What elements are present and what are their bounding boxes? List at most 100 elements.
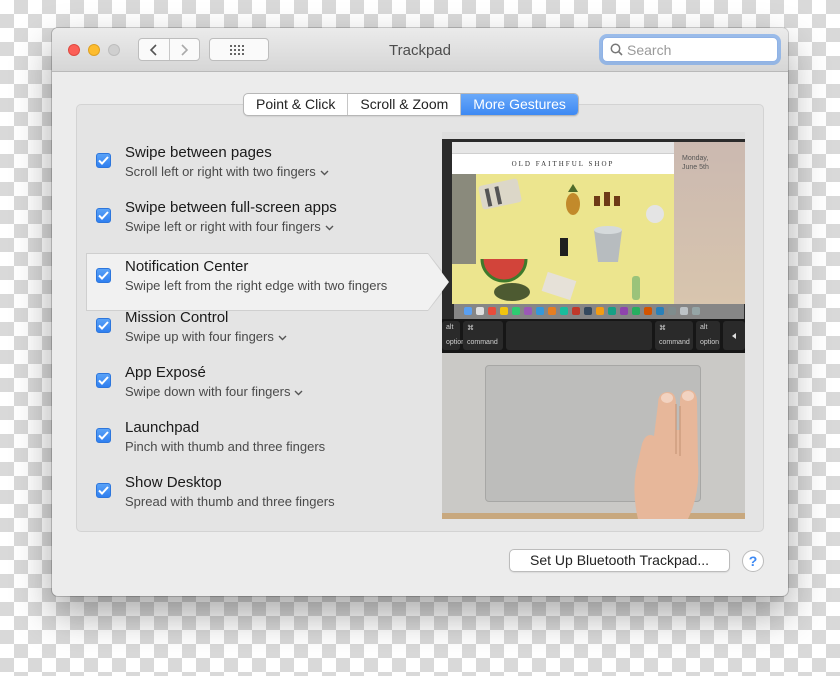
checkmark-icon xyxy=(98,486,109,495)
notification-center-checkbox[interactable] xyxy=(96,268,111,283)
gesture-subtitle: Swipe left from the right edge with two … xyxy=(125,278,388,293)
gesture-title: Swipe between pages xyxy=(125,144,272,161)
key-label: command xyxy=(659,339,690,346)
dock-icon xyxy=(680,307,688,315)
gesture-list: Swipe between pages Scroll left or right… xyxy=(86,138,451,523)
gesture-app-expose[interactable]: App Exposé Swipe down with four fingers xyxy=(86,358,432,413)
title-bar: Trackpad xyxy=(52,28,788,72)
tab-bar: Point & Click Scroll & Zoom More Gesture… xyxy=(243,93,579,116)
checkmark-icon xyxy=(98,431,109,440)
dock-icon xyxy=(596,307,604,315)
key-label: command xyxy=(467,339,498,346)
dock-icon xyxy=(512,307,520,315)
tab-scroll-and-zoom[interactable]: Scroll & Zoom xyxy=(347,94,460,115)
minimize-button[interactable] xyxy=(88,44,100,56)
key-label: option xyxy=(700,339,720,346)
gesture-preview-video: OLD FAITHFUL SHOP Monday, June 5th alt o… xyxy=(442,132,745,519)
dock-icon xyxy=(692,307,700,315)
dock-icon xyxy=(500,307,508,315)
checkmark-icon xyxy=(98,156,109,165)
launchpad-checkbox[interactable] xyxy=(96,428,111,443)
gesture-title: App Exposé xyxy=(125,364,206,381)
swipe-between-pages-checkbox[interactable] xyxy=(96,153,111,168)
search-input[interactable] xyxy=(627,40,773,59)
show-desktop-checkbox[interactable] xyxy=(96,483,111,498)
preview-notification-center: Monday, June 5th xyxy=(674,142,745,304)
preview-dock xyxy=(454,304,744,319)
chevron-down-icon xyxy=(320,170,329,176)
dock-icon xyxy=(536,307,544,315)
key-label: ⌘ xyxy=(467,325,474,332)
window-title: Trackpad xyxy=(389,42,451,59)
dock-icon xyxy=(620,307,628,315)
product-illustration xyxy=(452,174,664,301)
preview-notification-date: Monday, June 5th xyxy=(682,154,709,172)
mission-control-checkbox[interactable] xyxy=(96,318,111,333)
gesture-show-desktop[interactable]: Show Desktop Spread with thumb and three… xyxy=(86,468,432,523)
set-up-bluetooth-trackpad-button[interactable]: Set Up Bluetooth Trackpad... xyxy=(509,549,730,572)
dock-icon xyxy=(572,307,580,315)
gesture-subtitle: Pinch with thumb and three fingers xyxy=(125,439,326,454)
gesture-title: Notification Center xyxy=(125,258,249,275)
tab-more-gestures[interactable]: More Gestures xyxy=(460,94,578,115)
gesture-subtitle: Scroll left or right with two fingers xyxy=(125,164,316,179)
dock-icon xyxy=(488,307,496,315)
back-button[interactable] xyxy=(139,39,169,60)
search-field[interactable] xyxy=(602,37,778,62)
gesture-swipe-between-pages[interactable]: Swipe between pages Scroll left or right… xyxy=(86,138,432,193)
gesture-launchpad[interactable]: Launchpad Pinch with thumb and three fin… xyxy=(86,413,432,468)
zoom-button[interactable] xyxy=(108,44,120,56)
preview-menubar xyxy=(442,132,745,139)
trackpad-preferences-window: Trackpad Point & Click Scroll & Zoom Mor… xyxy=(52,28,788,596)
gesture-title: Mission Control xyxy=(125,309,229,326)
preview-browser: OLD FAITHFUL SHOP xyxy=(452,142,674,304)
checkmark-icon xyxy=(98,211,109,220)
navigation-buttons xyxy=(138,38,200,61)
dock-icon xyxy=(644,307,652,315)
arrow-left-icon xyxy=(732,333,736,339)
gesture-option-menu[interactable]: Swipe left or right with four fingers xyxy=(125,219,334,234)
command-key-left: ⌘ command xyxy=(463,321,503,350)
gesture-subtitle: Swipe left or right with four fingers xyxy=(125,219,321,234)
checkmark-icon xyxy=(98,321,109,330)
help-button[interactable]: ? xyxy=(742,550,764,572)
chevron-down-icon xyxy=(325,225,334,231)
checkmark-icon xyxy=(98,271,109,280)
tab-point-and-click[interactable]: Point & Click xyxy=(244,94,347,115)
show-all-button[interactable] xyxy=(209,38,269,61)
gesture-option-menu[interactable]: Scroll left or right with two fingers xyxy=(125,164,329,179)
gesture-option-menu[interactable]: Swipe up with four fingers xyxy=(125,329,287,344)
dock-icon xyxy=(584,307,592,315)
gesture-swipe-between-full-screen-apps[interactable]: Swipe between full-screen apps Swipe lef… xyxy=(86,193,432,248)
forward-button[interactable] xyxy=(168,39,200,60)
close-button[interactable] xyxy=(68,44,80,56)
dock-icon xyxy=(608,307,616,315)
preview-notification-day: Monday, xyxy=(682,155,709,162)
hand-icon xyxy=(634,390,699,519)
chevron-down-icon xyxy=(294,390,303,396)
gesture-title: Launchpad xyxy=(125,419,200,436)
app-expose-checkbox[interactable] xyxy=(96,373,111,388)
preview-screen: OLD FAITHFUL SHOP Monday, June 5th xyxy=(442,132,745,319)
dock-icon xyxy=(548,307,556,315)
option-key-left: alt option xyxy=(442,321,465,350)
gesture-subtitle: Swipe down with four fingers xyxy=(125,384,291,399)
chevron-right-icon xyxy=(181,43,189,56)
dock-icon xyxy=(560,307,568,315)
preview-shop-name: OLD FAITHFUL SHOP xyxy=(511,160,615,168)
command-key-right: ⌘ command xyxy=(655,321,693,350)
preview-notification-date-text: June 5th xyxy=(682,164,709,171)
gesture-option-menu[interactable]: Swipe down with four fingers xyxy=(125,384,303,399)
dock-icon xyxy=(524,307,532,315)
gesture-mission-control[interactable]: Mission Control Swipe up with four finge… xyxy=(86,303,432,358)
key-label: alt xyxy=(700,324,708,331)
swipe-between-apps-checkbox[interactable] xyxy=(96,208,111,223)
key-label: alt xyxy=(446,324,454,331)
gesture-notification-center[interactable]: Notification Center Swipe left from the … xyxy=(86,248,451,311)
preview-touch-bar: alt option ⌘ command ⌘ command alt optio… xyxy=(442,319,745,353)
key-label: ⌘ xyxy=(659,325,666,332)
search-icon xyxy=(610,43,623,56)
preview-product-photo xyxy=(452,174,674,304)
option-key-right: alt option xyxy=(696,321,720,350)
dock-icon xyxy=(464,307,472,315)
